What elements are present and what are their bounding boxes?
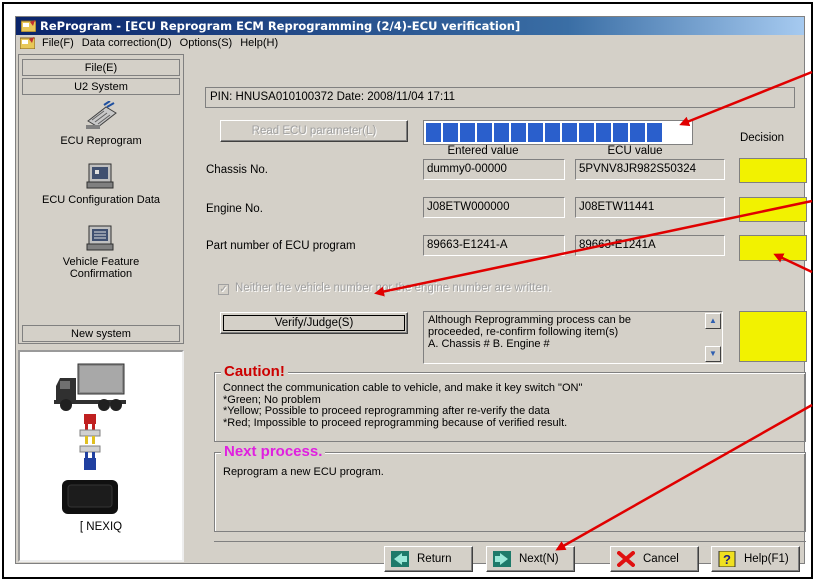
sidebar-item-label-line2: Confirmation <box>69 268 133 280</box>
bottom-divider <box>214 541 806 542</box>
help-question-icon: ? <box>718 551 736 567</box>
caution-title: Caution! <box>221 363 288 380</box>
engine-decision-indicator <box>739 197 807 222</box>
row-label-engine: Engine No. <box>206 203 263 215</box>
progress-segment <box>426 123 441 142</box>
progress-segment <box>647 123 662 142</box>
row-label-part-number: Part number of ECU program <box>206 240 356 252</box>
engine-entered-value: J08ETW000000 <box>423 197 565 218</box>
column-header-ecu: ECU value <box>607 145 663 157</box>
row-label-chassis: Chassis No. <box>206 164 268 176</box>
next-process-group: Next process. Reprogram a new ECU progra… <box>214 443 806 532</box>
engine-ecu-value: J08ETW11441 <box>575 197 725 218</box>
main-panel: PIN: HNUSA010100372 Date: 2008/11/04 17:… <box>190 54 807 572</box>
not-written-checkbox-label: Neither the vehicle number nor the engin… <box>235 282 552 294</box>
cancel-x-icon <box>617 551 635 567</box>
part-number-entered-value: 89663-E1241-A <box>423 235 565 256</box>
overall-decision-indicator <box>739 311 807 362</box>
progress-segment <box>579 123 594 142</box>
progress-segment <box>477 123 492 142</box>
caution-line: Connect the communication cable to vehic… <box>223 382 583 394</box>
menu-data-correction[interactable]: Data correction(D) <box>78 35 176 52</box>
menu-options[interactable]: Options(S) <box>176 35 237 52</box>
svg-text:?: ? <box>723 552 731 567</box>
progress-segment <box>511 123 526 142</box>
chassis-entered-value: dummy0-00000 <box>423 159 565 180</box>
part-number-ecu-value: 89663-E1241A <box>575 235 725 256</box>
ecu-configuration-icon <box>86 163 114 189</box>
return-button-label: Return <box>417 553 452 565</box>
sidebar-item-label: ECU Configuration Data <box>41 194 160 206</box>
progress-segment <box>562 123 577 142</box>
message-line: A. Chassis # B. Engine # <box>428 338 550 350</box>
menu-app-icon[interactable] <box>20 37 35 49</box>
menu-help[interactable]: Help(H) <box>236 35 282 52</box>
chassis-decision-indicator <box>739 158 807 183</box>
ecu-reprogram-icon <box>86 101 117 129</box>
cable-connector-icon <box>79 414 101 470</box>
return-button[interactable]: Return <box>384 546 473 572</box>
next-process-title: Next process. <box>221 443 326 460</box>
caution-group: Caution! Connect the communication cable… <box>214 363 806 442</box>
menu-file[interactable]: File(F) <box>38 35 78 52</box>
cancel-button-label: Cancel <box>643 553 679 565</box>
not-written-checkbox[interactable]: ✓ <box>218 284 229 295</box>
connection-diagram: [ NEXIQ <box>18 350 184 562</box>
verification-message-box: Although Reprogramming process can be pr… <box>423 311 723 364</box>
progress-segment <box>494 123 509 142</box>
verify-judge-button[interactable]: Verify/Judge(S) <box>220 312 408 334</box>
return-arrow-icon <box>391 551 409 567</box>
sidebar: File(E) U2 System ECU Reprogram ECU Conf… <box>18 54 184 562</box>
help-button-label: Help(F1) <box>744 553 789 565</box>
vehicle-feature-icon <box>86 225 114 251</box>
progress-segment <box>460 123 475 142</box>
message-line: Although Reprogramming process can be <box>428 314 632 326</box>
sidebar-item-ecu-configuration[interactable]: ECU Configuration Data <box>22 162 180 206</box>
caution-line: *Yellow; Possible to proceed reprogrammi… <box>223 405 550 417</box>
title-bar: ReProgram - [ECU Reprogram ECM Reprogram… <box>16 17 804 35</box>
message-line: proceeded, re-confirm following item(s) <box>428 326 619 338</box>
message-scrollbar[interactable]: ▲ ▼ <box>705 313 721 362</box>
caution-line: *Red; Impossible to proceed reprogrammin… <box>223 416 568 429</box>
progress-segment <box>545 123 560 142</box>
sidebar-item-vehicle-feature[interactable]: Vehicle Feature Confirmation <box>22 222 180 280</box>
sidebar-system-header[interactable]: U2 System <box>22 78 180 95</box>
part-number-decision-indicator <box>739 235 807 261</box>
truck-icon <box>54 363 126 411</box>
sidebar-item-label: ECU Reprogram <box>60 135 142 147</box>
scroll-down-icon[interactable]: ▼ <box>705 346 721 362</box>
scroll-up-icon[interactable]: ▲ <box>705 313 721 329</box>
column-header-decision: Decision <box>739 132 785 144</box>
sidebar-item-ecu-reprogram[interactable]: ECU Reprogram <box>22 101 180 147</box>
nexiq-device-icon <box>62 480 118 514</box>
pin-date-field: PIN: HNUSA010100372 Date: 2008/11/04 17:… <box>205 87 795 108</box>
menu-bar: File(F) Data correction(D) Options(S) Help(… <box>16 35 804 52</box>
sidebar-item-label-line1: Vehicle Feature <box>62 256 140 268</box>
progress-segment <box>596 123 611 142</box>
app-icon <box>21 20 36 32</box>
next-process-text: Reprogram a new ECU program. <box>223 466 384 478</box>
progress-segment <box>613 123 628 142</box>
column-header-entered: Entered value <box>447 145 519 157</box>
cancel-button[interactable]: Cancel <box>610 546 699 572</box>
caution-text: Connect the communication cable to vehic… <box>223 382 583 429</box>
chassis-ecu-value: 5PVNV8JR982S50324 <box>575 159 725 180</box>
progress-segment <box>630 123 645 142</box>
device-label: [ NEXIQ <box>79 521 123 533</box>
next-button[interactable]: Next(N) <box>486 546 575 572</box>
sidebar-nav: File(E) U2 System ECU Reprogram ECU Conf… <box>18 54 184 344</box>
sidebar-new-system[interactable]: New system <box>22 325 180 342</box>
not-written-checkbox-row[interactable]: ✓ Neither the vehicle number nor the engi… <box>218 282 551 295</box>
progress-segment <box>528 123 543 142</box>
reprogram-window: ReProgram - [ECU Reprogram ECM Reprogram… <box>15 16 807 572</box>
next-button-label: Next(N) <box>519 553 559 565</box>
progress-bar <box>423 120 693 145</box>
sidebar-file-header[interactable]: File(E) <box>22 59 180 76</box>
help-button[interactable]: ? Help(F1) <box>711 546 800 572</box>
window-title: ReProgram - [ECU Reprogram ECM Reprogram… <box>40 19 521 33</box>
read-ecu-parameter-button[interactable]: Read ECU parameter(L) <box>220 120 408 142</box>
next-arrow-icon <box>493 551 511 567</box>
progress-segment <box>443 123 458 142</box>
